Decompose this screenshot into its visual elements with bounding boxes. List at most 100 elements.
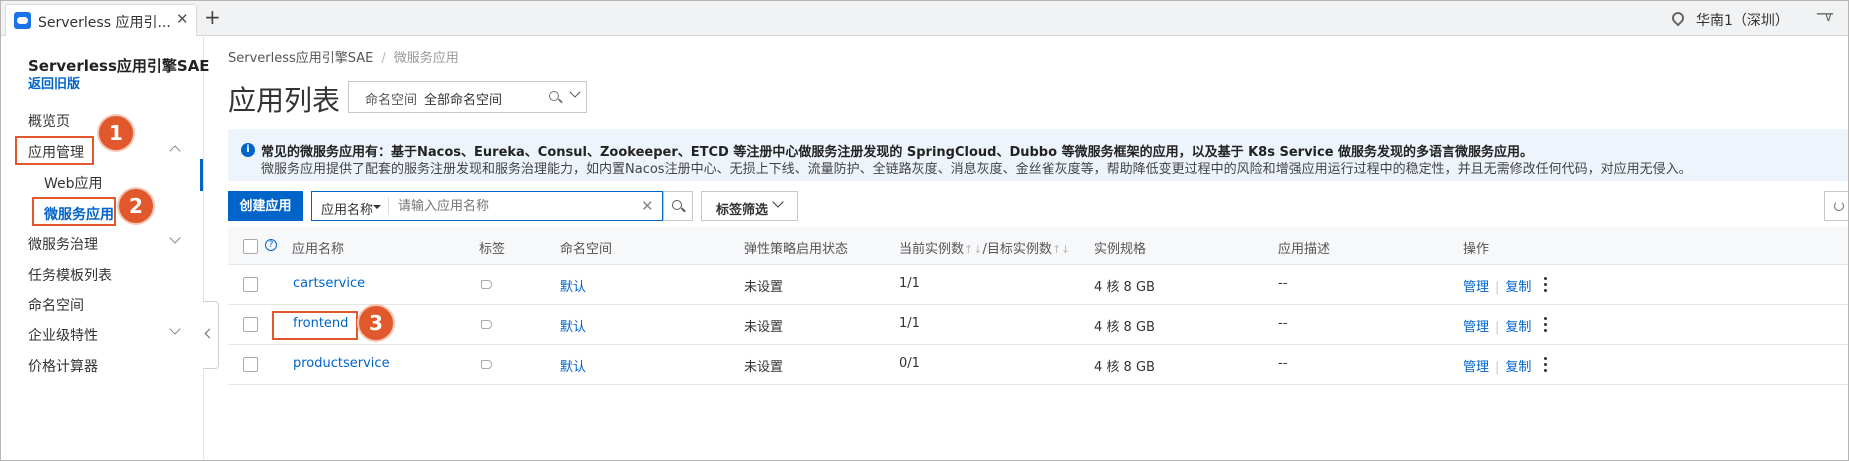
highlight-frontend (272, 311, 358, 340)
highlight-app-management (15, 136, 94, 165)
copy-link[interactable]: 复制 (1505, 360, 1531, 375)
breadcrumb-current: 微服务应用 (393, 51, 459, 66)
region-label: 华南1（深圳） (1696, 13, 1789, 29)
manage-link[interactable]: 管理 (1463, 280, 1489, 295)
search-icon (549, 91, 559, 101)
table-row: productservice 默认 未设置 0/1 4 核 8 GB -- 管理… (228, 345, 1848, 385)
row-actions: 管理 | 复制 (1463, 356, 1531, 375)
tag-filter-label: 标签筛选 (716, 203, 769, 218)
minimize-window-button[interactable]: — (1816, 3, 1834, 24)
tag-icon[interactable] (481, 360, 492, 369)
divider (388, 197, 389, 215)
active-indicator (200, 159, 203, 191)
more-icon[interactable] (1544, 277, 1548, 293)
location-pin-icon (1669, 9, 1687, 27)
instance-count: 0/1 (899, 356, 920, 371)
cloud-favicon-icon (14, 12, 31, 29)
tag-filter-button[interactable]: 标签筛选 (701, 191, 798, 221)
help-icon[interactable]: ? (265, 239, 277, 251)
tag-icon[interactable] (481, 320, 492, 329)
instance-count: 1/1 (899, 316, 920, 331)
breadcrumb-separator: / (381, 51, 386, 66)
copy-link[interactable]: 复制 (1505, 320, 1531, 335)
filter-box: 应用名称 ✕ (311, 191, 663, 221)
header-elastic-policy: 弹性策略启用状态 (744, 242, 849, 257)
namespace-link[interactable]: 默认 (560, 356, 586, 375)
create-app-button[interactable]: 创建应用 (228, 191, 303, 221)
row-checkbox[interactable] (243, 317, 258, 332)
highlight-microservice-apps (32, 197, 116, 226)
table-row: cartservice 默认 未设置 1/1 4 核 8 GB -- 管理 | 复制 (228, 265, 1848, 305)
collapse-sidebar-button[interactable] (203, 301, 219, 369)
separator: | (1495, 280, 1500, 295)
sidebar-item-enterprise-features[interactable]: 企业级特性 (28, 325, 98, 345)
close-tab-icon[interactable]: ✕ (176, 10, 189, 28)
refresh-button[interactable] (1824, 191, 1848, 221)
app-name-link[interactable]: productservice (293, 356, 390, 371)
search-input[interactable] (398, 196, 633, 216)
row-checkbox[interactable] (243, 277, 258, 292)
chevron-up-icon[interactable] (169, 145, 181, 157)
clear-icon[interactable]: ✕ (641, 197, 654, 215)
chevron-left-icon (204, 328, 215, 339)
filter-key-select[interactable]: 应用名称 (321, 199, 373, 218)
app-name-link[interactable]: cartservice (293, 276, 365, 291)
elastic-status: 未设置 (744, 360, 784, 375)
chevron-down-icon (569, 86, 581, 98)
manage-link[interactable]: 管理 (1463, 360, 1489, 375)
chevron-down-icon[interactable] (169, 323, 181, 335)
header-actions: 操作 (1463, 242, 1490, 257)
browser-tab[interactable]: Serverless 应用引... ✕ (5, 4, 197, 36)
app-description: -- (1278, 356, 1288, 371)
header-target-instances: /目标实例数 (982, 242, 1052, 257)
select-all-checkbox[interactable] (243, 239, 258, 254)
instance-spec: 4 核 8 GB (1094, 320, 1155, 335)
chevron-down-icon (772, 196, 784, 208)
notice-line-2: 微服务应用提供了配套的服务注册发现和服务治理能力，如内置Nacos注册中心、无损… (261, 162, 1692, 177)
search-button[interactable] (663, 191, 693, 221)
sidebar-item-overview[interactable]: 概览页 (28, 111, 70, 131)
instance-spec: 4 核 8 GB (1094, 360, 1155, 375)
separator: | (1495, 320, 1500, 335)
browser-tab-bar: Serverless 应用引... ✕ + 华南1（深圳） ∨ (1, 1, 1848, 36)
info-icon: i (241, 143, 255, 157)
instance-spec: 4 核 8 GB (1094, 280, 1155, 295)
namespace-label: 命名空间 (365, 93, 418, 108)
sidebar-item-price-calculator[interactable]: 价格计算器 (28, 356, 98, 376)
sidebar-item-job-templates[interactable]: 任务模板列表 (28, 265, 112, 285)
instance-count: 1/1 (899, 276, 920, 291)
manage-link[interactable]: 管理 (1463, 320, 1489, 335)
tag-icon[interactable] (481, 280, 492, 289)
namespace-select[interactable]: 命名空间 全部命名空间 (348, 81, 587, 113)
more-icon[interactable] (1544, 357, 1548, 373)
search-icon (672, 200, 682, 210)
copy-link[interactable]: 复制 (1505, 280, 1531, 295)
caret-down-icon[interactable] (373, 205, 381, 209)
app-description: -- (1278, 316, 1288, 331)
namespace-link[interactable]: 默认 (560, 276, 586, 295)
refresh-icon (1834, 201, 1844, 211)
annotation-badge-3: 3 (359, 306, 393, 340)
chevron-down-icon[interactable] (169, 232, 181, 244)
elastic-status: 未设置 (744, 280, 784, 295)
sidebar-item-namespaces[interactable]: 命名空间 (28, 295, 84, 315)
app-description: -- (1278, 276, 1288, 291)
header-description: 应用描述 (1278, 242, 1331, 257)
breadcrumb-root[interactable]: Serverless应用引擎SAE (228, 51, 373, 66)
row-checkbox[interactable] (243, 357, 258, 372)
annotation-badge-2: 2 (119, 189, 153, 223)
sort-icon[interactable]: ↑↓ (1052, 243, 1070, 256)
breadcrumb: Serverless应用引擎SAE / 微服务应用 (228, 47, 459, 66)
header-namespace: 命名空间 (560, 242, 613, 257)
back-to-old-version-link[interactable]: 返回旧版 (28, 73, 80, 92)
sidebar-item-microservice-governance[interactable]: 微服务治理 (28, 234, 98, 254)
info-notice: i 常见的微服务应用有：基于Nacos、Eureka、Consul、Zookee… (228, 129, 1848, 181)
sort-icon[interactable]: ↑↓ (964, 243, 982, 256)
annotation-badge-1: 1 (99, 116, 133, 150)
more-icon[interactable] (1544, 317, 1548, 333)
namespace-value: 全部命名空间 (424, 93, 503, 108)
new-tab-button[interactable]: + (204, 6, 221, 28)
sidebar-item-web-apps[interactable]: Web应用 (44, 173, 103, 193)
row-actions: 管理 | 复制 (1463, 276, 1531, 295)
namespace-link[interactable]: 默认 (560, 316, 586, 335)
